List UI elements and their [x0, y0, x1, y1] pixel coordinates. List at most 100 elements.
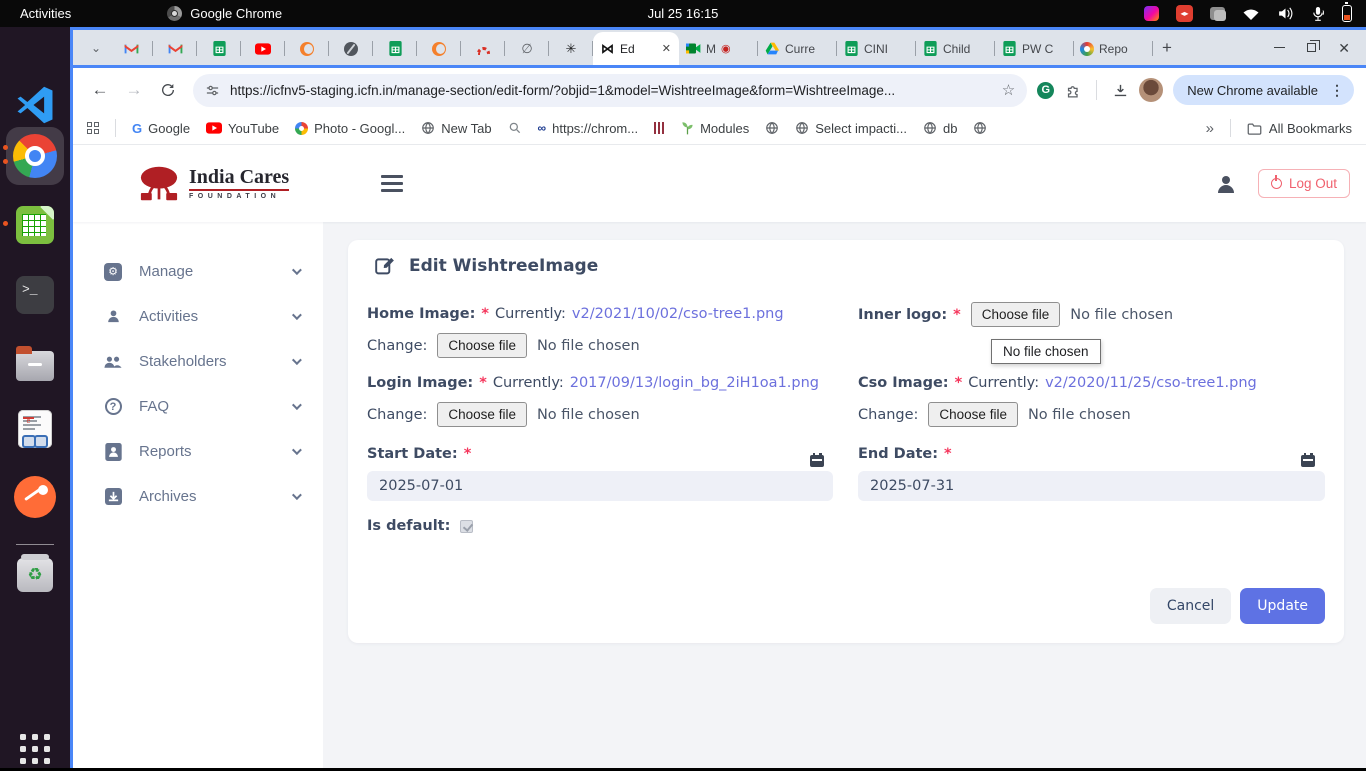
- bookmark-search[interactable]: [508, 121, 522, 135]
- site-settings-icon[interactable]: [205, 83, 220, 98]
- home-image-file-link[interactable]: v2/2021/10/02/cso-tree1.png: [572, 306, 784, 322]
- chrome-update-pill[interactable]: New Chrome available ⋮: [1173, 75, 1354, 105]
- browser-menu-icon[interactable]: ⋮: [1326, 82, 1348, 99]
- bookmark-google[interactable]: GGoogle: [132, 121, 190, 136]
- tab-search-chevron-icon[interactable]: ⌄: [83, 41, 109, 55]
- cso-image-file-link[interactable]: v2/2020/11/25/cso-tree1.png: [1045, 375, 1257, 391]
- download-icon[interactable]: [1105, 75, 1135, 105]
- apps-grid-icon[interactable]: [87, 122, 99, 134]
- profile-avatar[interactable]: [1139, 78, 1163, 102]
- pinned-tab-orange[interactable]: [417, 32, 461, 65]
- pinned-tab-darkglobe[interactable]: [329, 32, 373, 65]
- bookmark-chrom[interactable]: ∞https://chrom...: [538, 121, 639, 136]
- home-image-choose-file-button[interactable]: Choose file: [437, 333, 527, 358]
- bookmark-select-impact[interactable]: Select impacti...: [795, 121, 907, 136]
- bookmarks-overflow-chevron[interactable]: »: [1206, 120, 1214, 137]
- reload-icon[interactable]: [153, 75, 183, 105]
- sidebar-item-manage[interactable]: ⚙ Manage: [73, 249, 323, 294]
- cso-image-choose-file-button[interactable]: Choose file: [928, 402, 1018, 427]
- files-icon[interactable]: [13, 341, 57, 385]
- brand-logo[interactable]: India Cares FOUNDATION: [137, 165, 289, 203]
- login-image-choose-file-button[interactable]: Choose file: [437, 402, 527, 427]
- cancel-button[interactable]: Cancel: [1150, 588, 1231, 624]
- url-text[interactable]: https://icfnv5-staging.icfn.in/manage-se…: [230, 83, 992, 98]
- tab-child[interactable]: Child: [916, 32, 995, 65]
- trash-icon[interactable]: ♻: [13, 553, 57, 597]
- pinned-tab-redarch[interactable]: [461, 32, 505, 65]
- active-tab[interactable]: ⋈ Ed ✕: [593, 32, 679, 65]
- pinned-tab-orange[interactable]: [285, 32, 329, 65]
- calendar-icon[interactable]: [810, 453, 824, 467]
- microphone-icon[interactable]: [1311, 6, 1325, 22]
- postman-icon[interactable]: [13, 475, 57, 519]
- pinned-tab-sheets[interactable]: [197, 32, 241, 65]
- bookmark-modules[interactable]: Modules: [681, 121, 749, 136]
- bookmark-globe[interactable]: [973, 121, 987, 135]
- back-icon[interactable]: ←: [85, 75, 115, 105]
- globe-icon: [421, 121, 435, 135]
- app-cube-icon[interactable]: [1144, 6, 1159, 21]
- pinned-tab-sheets[interactable]: [373, 32, 417, 65]
- volume-icon[interactable]: [1277, 6, 1294, 21]
- wifi-icon[interactable]: [1242, 7, 1260, 21]
- sidebar-item-reports[interactable]: Reports: [73, 429, 323, 474]
- cso-image-change-row: Change: Choose file No file chosen: [858, 402, 1131, 427]
- system-tray[interactable]: ◂▸: [1144, 5, 1366, 22]
- start-date-input[interactable]: [367, 471, 833, 501]
- pinned-tab-gmail[interactable]: [109, 32, 153, 65]
- minimize-icon[interactable]: [1274, 47, 1285, 49]
- is-default-checkbox[interactable]: [460, 520, 473, 533]
- pinned-tab-slash[interactable]: ∅: [505, 32, 549, 65]
- address-bar[interactable]: https://icfnv5-staging.icfn.in/manage-se…: [193, 74, 1027, 107]
- login-image-file-link[interactable]: 2017/09/13/login_bg_2iH1oa1.png: [570, 375, 819, 391]
- tab-close-icon[interactable]: ✕: [662, 42, 671, 55]
- tab-cini[interactable]: CINI: [837, 32, 916, 65]
- tab-pw[interactable]: PW C: [995, 32, 1074, 65]
- bookmark-youtube[interactable]: YouTube: [206, 121, 279, 136]
- tab-meet[interactable]: M ◉: [679, 32, 758, 65]
- hamburger-menu-icon[interactable]: [381, 175, 403, 192]
- terminal-icon[interactable]: >_: [13, 273, 57, 317]
- logout-button[interactable]: Log Out: [1258, 169, 1350, 198]
- inner-logo-choose-file-button[interactable]: Choose file: [971, 302, 1061, 327]
- bookmark-star-icon[interactable]: ☆: [1002, 81, 1015, 99]
- extensions-puzzle-icon[interactable]: [1058, 75, 1088, 105]
- tab-repo[interactable]: Repo: [1074, 32, 1153, 65]
- update-button[interactable]: Update: [1240, 588, 1325, 624]
- vscode-icon[interactable]: [13, 83, 57, 127]
- bookmark-redstripes[interactable]: [654, 122, 665, 134]
- chrome-icon[interactable]: [13, 134, 57, 178]
- forward-icon[interactable]: →: [119, 75, 149, 105]
- sidebar-item-archives[interactable]: Archives: [73, 474, 323, 519]
- app-grid-icon[interactable]: [13, 727, 57, 771]
- all-bookmarks-button[interactable]: All Bookmarks: [1247, 121, 1352, 136]
- battery-icon[interactable]: [1342, 5, 1352, 22]
- bookmark-globe[interactable]: [765, 121, 779, 135]
- restore-icon[interactable]: [1307, 43, 1316, 52]
- pinned-tab-gmail[interactable]: [153, 32, 197, 65]
- bookmark-photos[interactable]: Photo - Googl...: [295, 121, 405, 136]
- libreoffice-calc-icon[interactable]: [13, 203, 57, 247]
- sidebar-item-activities[interactable]: Activities: [73, 294, 323, 339]
- end-date-input[interactable]: [858, 471, 1325, 501]
- running-dot: [3, 159, 8, 164]
- new-tab-button[interactable]: +: [1153, 34, 1181, 62]
- focused-app-indicator[interactable]: Google Chrome: [167, 6, 282, 21]
- pinned-tab-youtube[interactable]: [241, 32, 285, 65]
- user-icon[interactable]: [1214, 172, 1238, 196]
- clock[interactable]: Jul 25 16:15: [648, 6, 719, 21]
- tab-drive[interactable]: Curre: [758, 32, 837, 65]
- grammarly-icon[interactable]: G: [1037, 82, 1054, 99]
- pinned-tab-knot[interactable]: ✳: [549, 32, 593, 65]
- running-dot: [3, 145, 8, 150]
- calendar-icon[interactable]: [1301, 453, 1315, 467]
- bookmark-newtab[interactable]: New Tab: [421, 121, 491, 136]
- bookmark-db[interactable]: db: [923, 121, 957, 136]
- screenshare-icon[interactable]: ◂▸: [1176, 5, 1193, 22]
- chat-icon[interactable]: [1210, 7, 1225, 20]
- activities-button[interactable]: Activities: [0, 6, 91, 21]
- close-icon[interactable]: ✕: [1338, 41, 1350, 55]
- document-viewer-icon[interactable]: e: [13, 407, 57, 451]
- sidebar-item-faq[interactable]: ? FAQ: [73, 384, 323, 429]
- sidebar-item-stakeholders[interactable]: Stakeholders: [73, 339, 323, 384]
